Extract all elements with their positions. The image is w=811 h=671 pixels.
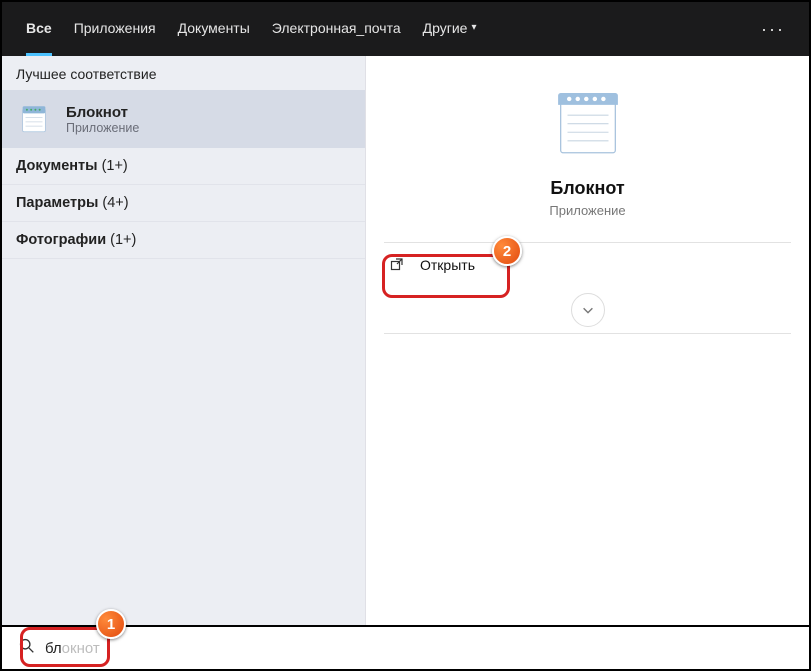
- search-input[interactable]: блокнот: [45, 640, 100, 657]
- action-open[interactable]: Открыть: [366, 243, 809, 287]
- preview-panel: Блокнот Приложение Открыть: [366, 56, 809, 625]
- preview-title: Блокнот: [550, 178, 624, 199]
- tab-apps[interactable]: Приложения: [74, 2, 156, 56]
- open-icon: [388, 257, 406, 273]
- search-tabs-bar: Все Приложения Документы Электронная_поч…: [2, 2, 809, 56]
- section-best-match: Лучшее соответствие: [2, 56, 365, 90]
- result-notepad[interactable]: Блокнот Приложение: [2, 90, 365, 148]
- category-parameters[interactable]: Параметры (4+): [2, 185, 365, 222]
- overflow-menu-button[interactable]: ···: [755, 15, 791, 44]
- result-title: Блокнот: [66, 104, 139, 121]
- preview-subtitle: Приложение: [549, 203, 625, 218]
- tab-all[interactable]: Все: [26, 2, 52, 56]
- search-bar[interactable]: блокнот: [2, 625, 809, 669]
- action-open-label: Открыть: [420, 257, 475, 273]
- main-split: Лучшее соответствие Блокнот Приложение: [2, 56, 809, 625]
- notepad-icon-large: [544, 78, 632, 166]
- tab-documents[interactable]: Документы: [178, 2, 250, 56]
- search-icon: [18, 637, 35, 659]
- chevron-down-icon: [581, 303, 595, 317]
- category-photos[interactable]: Фотографии (1+): [2, 222, 365, 259]
- notepad-icon: [16, 101, 52, 137]
- results-panel: Лучшее соответствие Блокнот Приложение: [2, 56, 366, 625]
- result-subtitle: Приложение: [66, 121, 139, 135]
- expand-button[interactable]: [571, 293, 605, 327]
- tab-more[interactable]: Другие ▾: [423, 2, 477, 56]
- tab-email[interactable]: Электронная_почта: [272, 2, 401, 56]
- divider: [384, 333, 792, 334]
- chevron-down-icon: ▾: [471, 22, 476, 33]
- category-documents[interactable]: Документы (1+): [2, 148, 365, 185]
